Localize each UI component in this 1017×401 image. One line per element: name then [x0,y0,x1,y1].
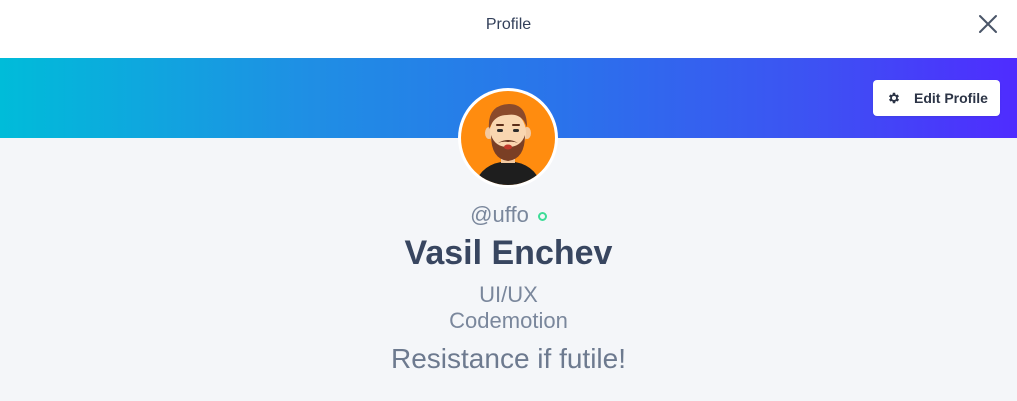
bearded-man-avatar-icon [461,91,555,185]
edit-profile-label: Edit Profile [914,90,988,106]
close-button[interactable] [977,13,999,35]
top-bar: Profile [0,0,1017,58]
user-company: Codemotion [449,308,568,333]
user-handle: @uffo [470,202,529,227]
user-quote: Resistance if futile! [391,343,626,374]
gear-icon [888,92,900,104]
online-status-icon [537,212,547,221]
close-icon [979,15,997,33]
page-title: Profile [485,16,532,33]
avatar[interactable] [458,88,558,188]
user-role: UI/UX [479,282,538,307]
edit-profile-button[interactable]: Edit Profile [873,80,1000,116]
handle-row: @uffo [0,202,1017,228]
user-name: Vasil Enchev [404,234,613,272]
